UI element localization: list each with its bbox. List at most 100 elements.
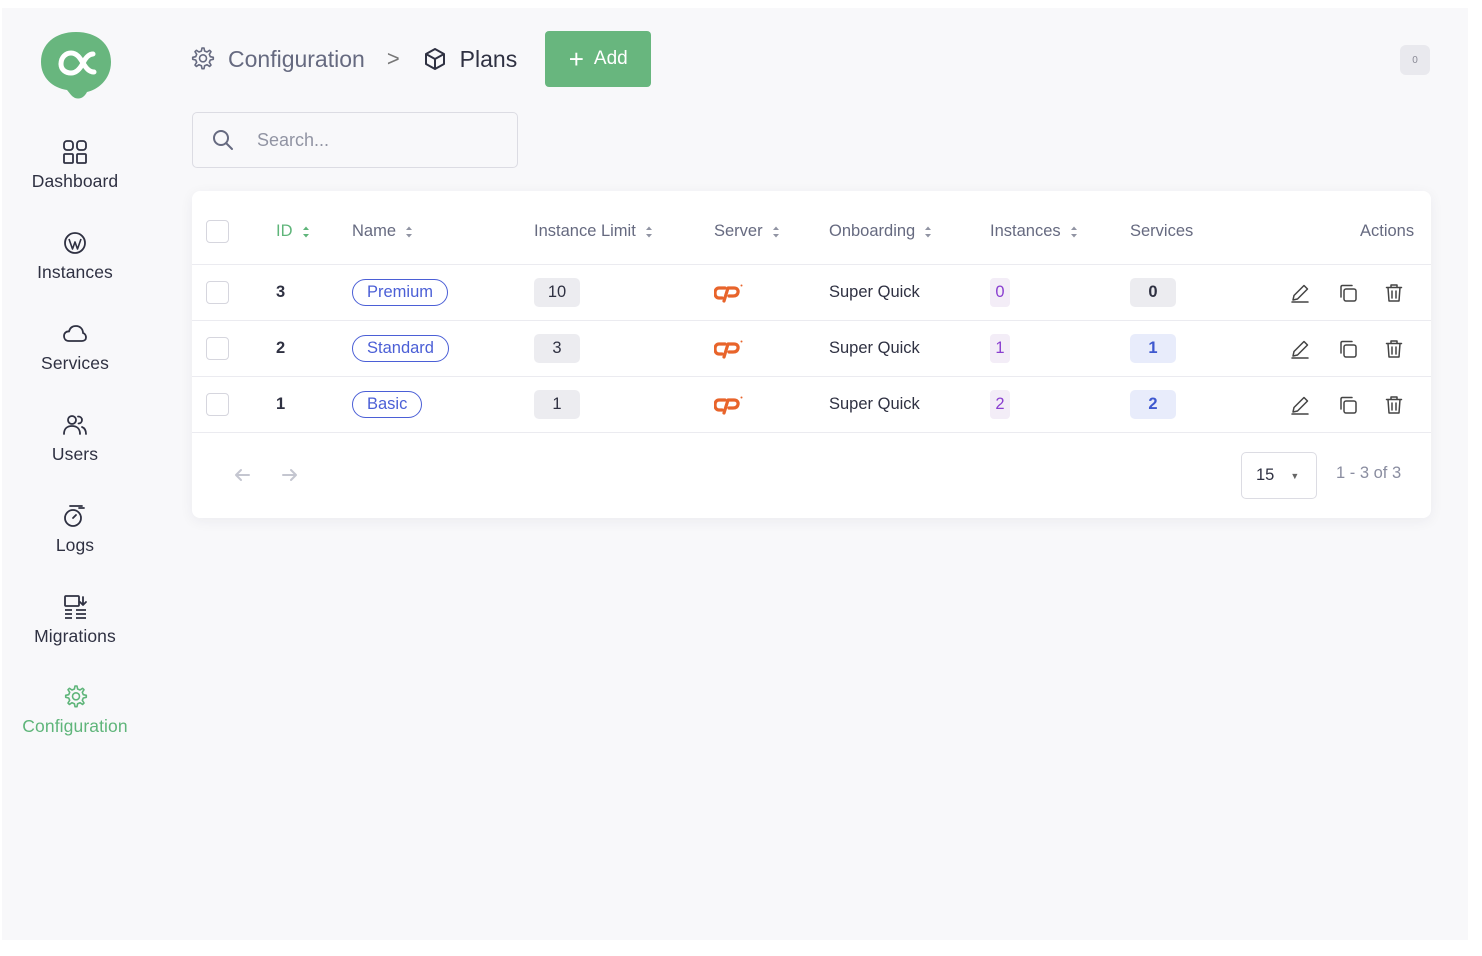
previous-page-icon[interactable] xyxy=(232,465,252,485)
instances-count[interactable]: 2 xyxy=(990,390,1010,419)
column-header-onboarding[interactable]: Onboarding xyxy=(829,199,932,264)
row-checkbox[interactable] xyxy=(206,337,229,360)
instance-limit-chip: 3 xyxy=(534,334,580,363)
column-label: Actions xyxy=(1360,222,1415,240)
column-header-name[interactable]: Name xyxy=(352,199,413,264)
column-label: Name xyxy=(352,222,397,240)
column-label: ID xyxy=(276,222,293,240)
edit-icon[interactable] xyxy=(1289,394,1311,416)
sidebar-item-label: Migrations xyxy=(34,626,116,646)
next-page-icon[interactable] xyxy=(280,465,300,485)
column-header-instances[interactable]: Instances xyxy=(990,199,1078,264)
table-row[interactable]: 1 Basic 1 Super Quick 2 2 xyxy=(192,377,1431,433)
duplicate-icon[interactable] xyxy=(1337,282,1359,304)
users-icon xyxy=(63,415,87,435)
per-page-value: 15 xyxy=(1256,466,1275,484)
table-row[interactable]: 2 Standard 3 Super Quick 1 1 xyxy=(192,321,1431,377)
duplicate-icon[interactable] xyxy=(1337,338,1359,360)
add-button-label: Add xyxy=(593,48,628,69)
instances-count[interactable]: 0 xyxy=(990,278,1010,307)
column-header-actions: Actions xyxy=(1360,199,1414,264)
sidebar-item-users[interactable]: Users xyxy=(2,412,148,465)
trash-icon[interactable] xyxy=(1383,282,1405,304)
duplicate-icon[interactable] xyxy=(1337,394,1359,416)
onboarding-value: Super Quick xyxy=(829,395,920,413)
instances-count[interactable]: 1 xyxy=(990,334,1010,363)
column-header-server[interactable]: Server xyxy=(714,199,780,264)
plan-id: 3 xyxy=(276,283,286,301)
sidebar-item-configuration[interactable]: Configuration xyxy=(2,684,148,737)
instance-limit-chip: 10 xyxy=(534,278,580,307)
search-box xyxy=(192,112,518,168)
plan-name-link[interactable]: Basic xyxy=(352,391,423,418)
row-checkbox[interactable] xyxy=(206,281,229,304)
services-count: 0 xyxy=(1130,278,1176,307)
column-label: Server xyxy=(714,222,763,240)
sort-icon xyxy=(1070,226,1077,237)
sidebar-item-migrations[interactable]: Migrations xyxy=(2,594,148,647)
sort-icon xyxy=(302,226,309,237)
search-input[interactable] xyxy=(257,113,507,167)
sort-icon xyxy=(925,226,932,237)
sort-icon xyxy=(406,226,413,237)
sidebar-item-instances[interactable]: Instances xyxy=(2,230,148,283)
column-label: Instance Limit xyxy=(534,222,636,240)
migrations-icon xyxy=(64,595,87,619)
sidebar-item-label: Logs xyxy=(55,535,95,555)
sidebar: Dashboard Instances Services Users Logs … xyxy=(2,8,148,940)
breadcrumb-separator: > xyxy=(386,46,400,71)
gear-icon xyxy=(64,685,88,708)
edit-icon[interactable] xyxy=(1289,282,1311,304)
sidebar-item-label: Users xyxy=(51,444,99,464)
sidebar-item-dashboard[interactable]: Dashboard xyxy=(2,139,148,192)
stopwatch-icon xyxy=(64,505,85,527)
breadcrumb-parent[interactable]: Configuration xyxy=(228,46,365,73)
select-all-checkbox[interactable] xyxy=(206,220,229,243)
trash-icon[interactable] xyxy=(1383,394,1405,416)
trash-icon[interactable] xyxy=(1383,338,1405,360)
table-row[interactable]: 3 Premium 10 Super Quick 0 0 xyxy=(192,265,1431,321)
column-header-services: Services xyxy=(1130,199,1193,264)
pagination-range: 1 - 3 of 3 xyxy=(1336,464,1402,482)
sidebar-item-label: Instances xyxy=(37,262,113,282)
onboarding-value: Super Quick xyxy=(829,283,920,301)
wordpress-icon xyxy=(64,232,86,254)
app-logo[interactable] xyxy=(39,30,113,100)
per-page-select[interactable]: 15 ▼ xyxy=(1241,452,1317,499)
services-count[interactable]: 2 xyxy=(1130,390,1176,419)
column-header-id[interactable]: ID xyxy=(276,199,310,264)
notification-badge[interactable]: 0 xyxy=(1400,45,1430,75)
search-icon xyxy=(213,130,233,150)
column-label: Onboarding xyxy=(829,222,916,240)
sidebar-item-label: Configuration xyxy=(22,716,128,736)
sidebar-item-services[interactable]: Services xyxy=(2,321,148,374)
sort-icon xyxy=(772,226,779,237)
page-title: Plans xyxy=(459,45,518,72)
caret-down-icon: ▼ xyxy=(1290,470,1300,481)
edit-icon[interactable] xyxy=(1289,338,1311,360)
cube-icon xyxy=(424,48,445,70)
plan-name-link[interactable]: Premium xyxy=(352,279,449,306)
sort-icon xyxy=(645,226,652,237)
pagination-bar: 15 ▼ 1 - 3 of 3 xyxy=(192,441,1431,511)
table-header-row: ID Name Instance Limit Server Onboarding… xyxy=(192,199,1431,265)
plan-id: 2 xyxy=(276,339,286,357)
sidebar-item-logs[interactable]: Logs xyxy=(2,503,148,556)
column-label: Instances xyxy=(990,222,1061,240)
row-checkbox[interactable] xyxy=(206,393,229,416)
plan-id: 1 xyxy=(276,395,286,413)
onboarding-value: Super Quick xyxy=(829,339,920,357)
plans-table: ID Name Instance Limit Server Onboarding… xyxy=(192,191,1431,518)
column-header-instance-limit[interactable]: Instance Limit xyxy=(534,199,653,264)
instance-limit-chip: 1 xyxy=(534,390,580,419)
add-plan-button[interactable]: + Add xyxy=(545,31,652,87)
dashboard-icon xyxy=(63,140,87,164)
services-count[interactable]: 1 xyxy=(1130,334,1176,363)
plan-name-link[interactable]: Standard xyxy=(352,335,449,362)
plus-icon: + xyxy=(568,44,584,74)
sidebar-item-label: Services xyxy=(41,353,109,373)
breadcrumb: Configuration > Plans + Add xyxy=(190,31,652,87)
sidebar-item-label: Dashboard xyxy=(31,171,119,191)
cpanel-logo-icon xyxy=(714,284,743,303)
cpanel-logo-icon xyxy=(714,396,743,415)
